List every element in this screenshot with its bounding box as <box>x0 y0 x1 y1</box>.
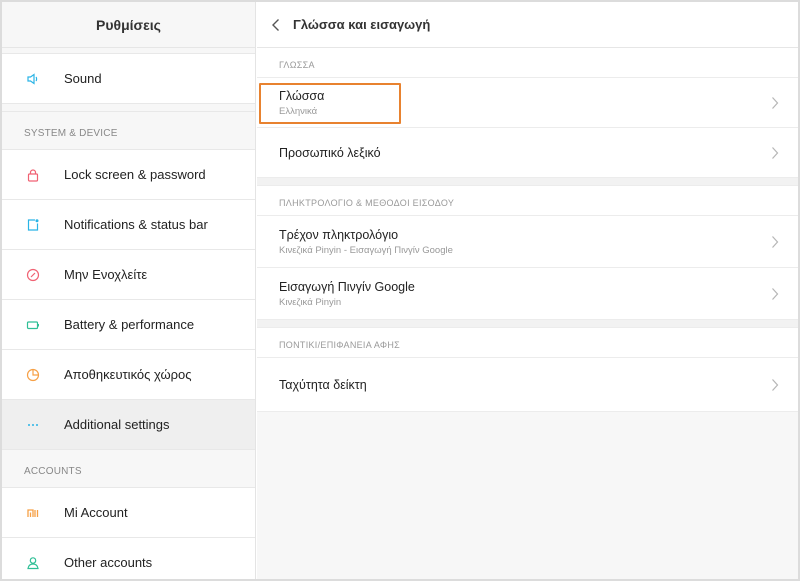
section-header-keyboard: ΠΛΗΚΤΡΟΛΟΓΙΟ & ΜΕΘΟΔΟΙ ΕΙΣΟΔΟΥ <box>257 186 798 216</box>
list-item-pointer-speed[interactable]: Ταχύτητα δείκτη <box>257 358 798 412</box>
mi-icon <box>24 504 42 522</box>
item-label: Εισαγωγή Πινγίν Google <box>279 279 415 294</box>
item-sublabel: Ελληνικά <box>279 105 318 117</box>
sidebar-item-storage[interactable]: Αποθηκευτικός χώρος <box>2 350 255 400</box>
section-header-mouse: ΠΟΝΤΙΚΙ/ΕΠΙΦΑΝΕΙΑ ΑΦΗΣ <box>257 328 798 358</box>
sidebar-item-label: Αποθηκευτικός χώρος <box>64 367 192 382</box>
list-item-google-pinyin[interactable]: Εισαγωγή Πινγίν Google Κινεζικά Pinyin <box>257 268 798 320</box>
more-icon <box>24 416 42 434</box>
list-item-current-keyboard[interactable]: Τρέχον πληκτρολόγιο Κινεζικά Pinyin - Ει… <box>257 216 798 268</box>
sidebar-item-label: Battery & performance <box>64 317 195 332</box>
item-label: Προσωπικό λεξικό <box>279 145 381 160</box>
sidebar-item-label: Notifications & status bar <box>64 217 208 232</box>
sidebar-title: Ρυθμίσεις <box>2 2 255 48</box>
language-input-panel: Γλώσσα και εισαγωγή ΓΛΩΣΣΑ Γλώσσα Ελληνι… <box>257 2 798 579</box>
chevron-right-icon <box>770 377 780 393</box>
speaker-icon <box>24 70 42 88</box>
section-gap <box>257 320 798 328</box>
storage-icon <box>24 366 42 384</box>
sidebar-item-additional-settings[interactable]: Additional settings <box>2 400 255 450</box>
section-gap <box>257 178 798 186</box>
sidebar-item-label: Lock screen & password <box>64 167 206 182</box>
battery-icon <box>24 316 42 334</box>
sidebar-item-label: Sound <box>64 71 102 86</box>
chevron-right-icon <box>770 286 780 302</box>
sidebar-item-label: Μην Ενοχλείτε <box>64 267 148 282</box>
notification-icon <box>24 216 42 234</box>
sidebar-section-accounts: ACCOUNTS <box>2 450 255 488</box>
panel-header: Γλώσσα και εισαγωγή <box>257 2 798 48</box>
sidebar-section-system: SYSTEM & DEVICE <box>2 112 255 150</box>
sidebar-item-battery[interactable]: Battery & performance <box>2 300 255 350</box>
settings-sidebar: Ρυθμίσεις Sound SYSTEM & DEVICE Lock scr… <box>2 2 256 579</box>
sidebar-item-lock-screen[interactable]: Lock screen & password <box>2 150 255 200</box>
item-label: Γλώσσα <box>279 88 325 103</box>
item-label: Τρέχον πληκτρολόγιο <box>279 227 399 242</box>
sidebar-item-sound[interactable]: Sound <box>2 54 255 104</box>
page-title: Γλώσσα και εισαγωγή <box>293 17 431 32</box>
do-not-disturb-icon <box>24 266 42 284</box>
sidebar-item-notifications[interactable]: Notifications & status bar <box>2 200 255 250</box>
sidebar-item-label: Additional settings <box>64 417 170 432</box>
back-arrow-icon[interactable] <box>267 16 285 34</box>
item-label: Ταχύτητα δείκτη <box>279 377 367 392</box>
lock-icon <box>24 166 42 184</box>
item-sublabel: Κινεζικά Pinyin <box>279 296 342 308</box>
sidebar-item-label: Other accounts <box>64 555 153 570</box>
sidebar-item-other-accounts[interactable]: Other accounts <box>2 538 255 579</box>
section-header-language: ΓΛΩΣΣΑ <box>257 48 798 78</box>
sidebar-item-mi-account[interactable]: Mi Account <box>2 488 255 538</box>
sidebar-item-do-not-disturb[interactable]: Μην Ενοχλείτε <box>2 250 255 300</box>
chevron-right-icon <box>770 145 780 161</box>
chevron-right-icon <box>770 234 780 250</box>
item-sublabel: Κινεζικά Pinyin - Εισαγωγή Πινγίν Google <box>279 244 453 256</box>
sidebar-item-label: Mi Account <box>64 505 128 520</box>
user-icon <box>24 554 42 572</box>
sidebar-gap <box>2 104 255 112</box>
list-item-personal-dictionary[interactable]: Προσωπικό λεξικό <box>257 128 798 178</box>
chevron-right-icon <box>770 95 780 111</box>
list-item-language[interactable]: Γλώσσα Ελληνικά <box>257 78 798 128</box>
